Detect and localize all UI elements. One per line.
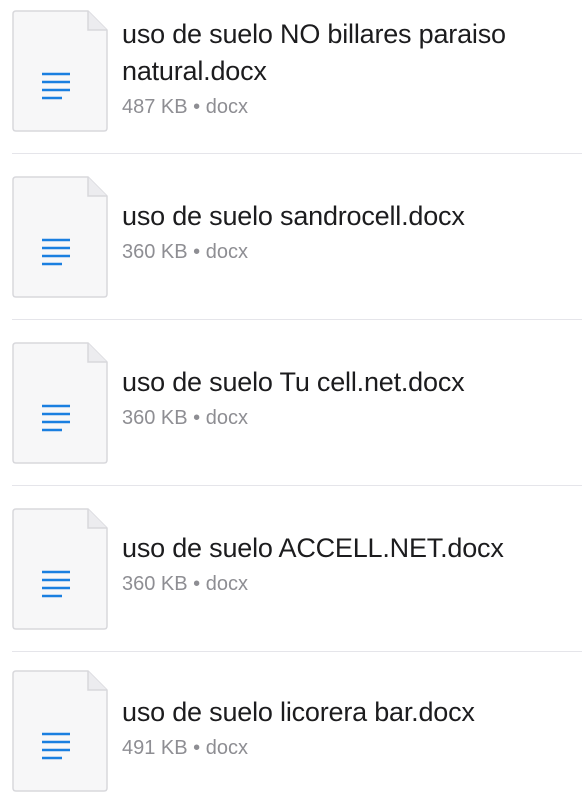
file-row[interactable]: uso de suelo Tu cell.net.docx 360 KB • d…: [0, 326, 582, 486]
file-text: uso de suelo Tu cell.net.docx 360 KB • d…: [122, 364, 582, 432]
file-meta: 360 KB • docx: [122, 404, 582, 432]
file-size: 360 KB: [122, 573, 188, 595]
document-icon: [12, 670, 108, 792]
file-name: uso de suelo sandrocell.docx: [122, 201, 465, 231]
file-size: 491 KB: [122, 737, 188, 759]
file-row[interactable]: uso de suelo licorera bar.docx 491 KB • …: [0, 658, 582, 792]
row-divider: [12, 485, 582, 486]
meta-separator: •: [193, 407, 201, 429]
row-divider: [12, 319, 582, 320]
file-meta: 360 KB • docx: [122, 570, 582, 598]
file-size: 360 KB: [122, 241, 188, 263]
file-name: uso de suelo ACCELL.NET.docx: [122, 533, 504, 563]
file-text: uso de suelo sandrocell.docx 360 KB • do…: [122, 198, 582, 266]
file-name-continued: natural.docx: [122, 56, 267, 86]
meta-separator: •: [193, 96, 201, 118]
file-text: uso de suelo ACCELL.NET.docx 360 KB • do…: [122, 530, 582, 598]
file-meta: 487 KB • docx: [122, 93, 582, 121]
file-name: uso de suelo Tu cell.net.docx: [122, 367, 465, 397]
meta-separator: •: [193, 737, 201, 759]
document-icon: [12, 10, 108, 132]
document-icon: [12, 508, 108, 630]
file-meta: 360 KB • docx: [122, 238, 582, 266]
row-divider: [12, 153, 582, 154]
file-row[interactable]: uso de suelo ACCELL.NET.docx 360 KB • do…: [0, 492, 582, 652]
file-type: docx: [205, 737, 248, 759]
file-size: 360 KB: [122, 407, 188, 429]
meta-separator: •: [193, 241, 201, 263]
meta-separator: •: [193, 573, 201, 595]
file-type: docx: [205, 241, 248, 263]
file-text: uso de suelo licorera bar.docx 491 KB • …: [122, 694, 582, 762]
file-size: 487 KB: [122, 96, 188, 118]
file-meta: 491 KB • docx: [122, 734, 582, 762]
document-icon: [12, 176, 108, 298]
file-row[interactable]: uso de suelo NO billares paraiso natural…: [0, 0, 582, 150]
document-icon: [12, 342, 108, 464]
file-row[interactable]: uso de suelo sandrocell.docx 360 KB • do…: [0, 160, 582, 320]
row-divider: [12, 651, 582, 652]
file-name: uso de suelo licorera bar.docx: [122, 697, 475, 727]
file-type: docx: [205, 407, 248, 429]
file-name: uso de suelo NO billares paraiso: [122, 19, 506, 49]
file-type: docx: [205, 96, 248, 118]
file-list: uso de suelo NO billares paraiso natural…: [0, 0, 582, 792]
file-type: docx: [205, 573, 248, 595]
file-text: uso de suelo NO billares paraiso natural…: [122, 16, 582, 121]
